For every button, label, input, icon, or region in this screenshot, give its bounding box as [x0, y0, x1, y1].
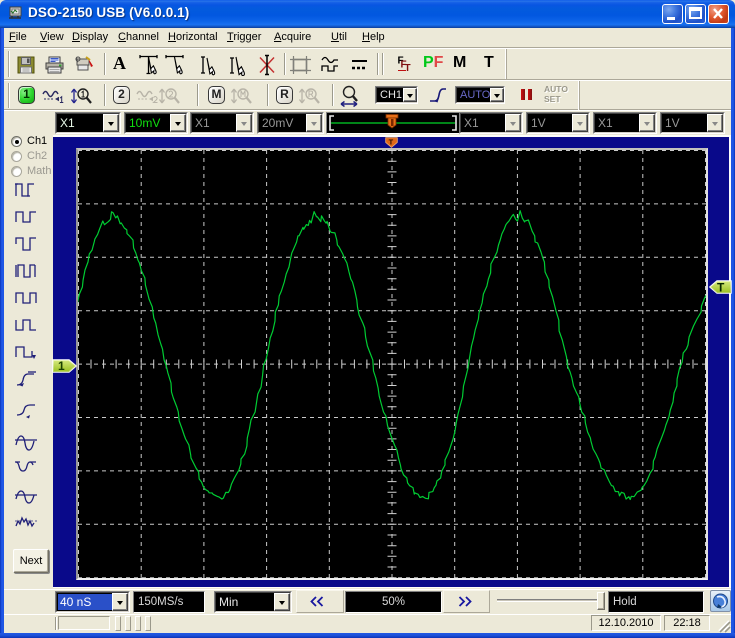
svg-text:T: T [389, 138, 394, 147]
svg-text:1: 1 [58, 359, 65, 373]
svg-text:T: T [717, 281, 725, 295]
svg-text:T: T [405, 63, 411, 74]
